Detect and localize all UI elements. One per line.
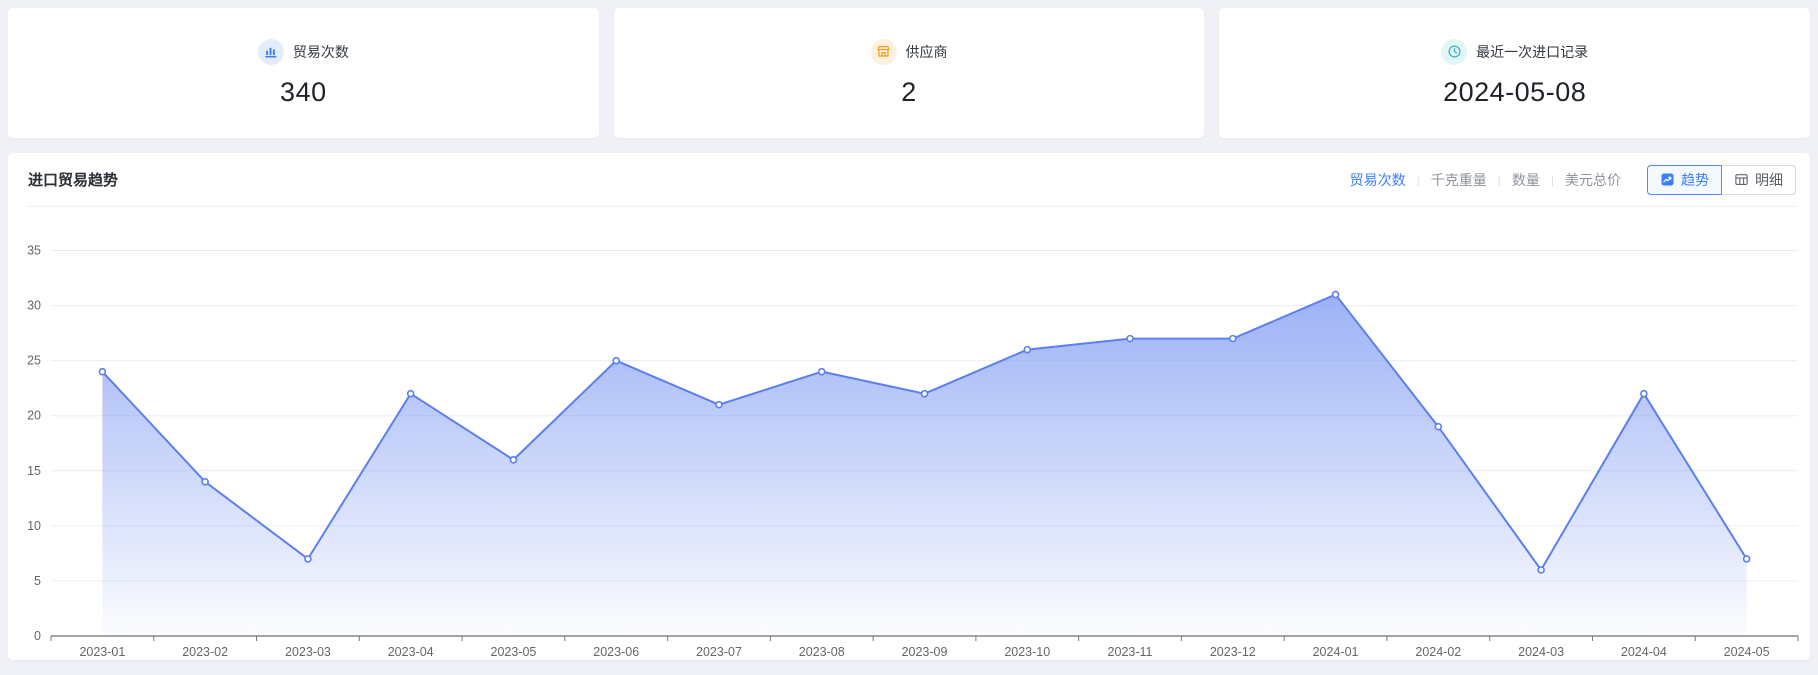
- x-axis-label: 2023-02: [182, 645, 228, 659]
- data-point[interactable]: [1435, 424, 1441, 430]
- x-axis-label: 2023-03: [285, 645, 331, 659]
- x-axis-label: 2024-05: [1724, 645, 1770, 659]
- data-point[interactable]: [716, 402, 722, 408]
- store-icon: [871, 39, 897, 65]
- trend-icon: [1660, 172, 1675, 187]
- data-point[interactable]: [1230, 336, 1236, 342]
- data-point[interactable]: [1538, 567, 1544, 573]
- clock-icon: [1441, 39, 1467, 65]
- data-point[interactable]: [922, 391, 928, 397]
- tab-separator: |: [1417, 173, 1420, 187]
- x-axis-label: 2023-08: [799, 645, 845, 659]
- stat-label: 贸易次数: [293, 42, 349, 62]
- stat-value: 2: [901, 77, 917, 108]
- stat-value: 340: [280, 77, 327, 108]
- view-switch-group: 趋势 明细: [1647, 165, 1796, 195]
- trend-chart-svg: 0 5 10 15 20 25 30 35 2023-01 2023-02 2023-03 2023-…: [8, 207, 1810, 660]
- y-axis-label: 25: [27, 354, 41, 368]
- data-point[interactable]: [613, 358, 619, 364]
- y-axis-label: 10: [27, 519, 41, 533]
- data-point[interactable]: [1744, 556, 1750, 562]
- stat-card-trade-count: 贸易次数 340: [8, 8, 599, 138]
- trend-chart[interactable]: 0 5 10 15 20 25 30 35 2023-01 2023-02 2023-03 2023-…: [8, 207, 1810, 660]
- panel-title: 进口贸易趋势: [28, 169, 118, 190]
- bar-chart-icon: [258, 39, 284, 65]
- data-point[interactable]: [1333, 292, 1339, 298]
- trend-view-button[interactable]: 趋势: [1647, 165, 1722, 195]
- stat-label: 最近一次进口记录: [1476, 42, 1588, 62]
- data-point[interactable]: [408, 391, 414, 397]
- stat-value: 2024-05-08: [1443, 77, 1586, 108]
- import-trend-panel: 进口贸易趋势 贸易次数 | 千克重量 | 数量 | 美元总价: [8, 153, 1810, 660]
- trend-area: [102, 295, 1746, 636]
- detail-view-button[interactable]: 明细: [1722, 165, 1796, 195]
- x-axis-label: 2023-09: [902, 645, 948, 659]
- x-axis-label: 2023-06: [593, 645, 639, 659]
- tab-trade-count[interactable]: 贸易次数: [1350, 170, 1406, 190]
- data-point[interactable]: [1127, 336, 1133, 342]
- stat-card-last-import: 最近一次进口记录 2024-05-08: [1219, 8, 1810, 138]
- stats-row: 贸易次数 340 供应商 2 最近一次进口记录: [0, 0, 1818, 138]
- data-point[interactable]: [305, 556, 311, 562]
- x-axis-label: 2023-11: [1108, 645, 1153, 659]
- y-axis-label: 15: [27, 464, 41, 478]
- tab-usd-total[interactable]: 美元总价: [1565, 170, 1621, 190]
- data-point[interactable]: [1024, 347, 1030, 353]
- view-button-label: 明细: [1755, 170, 1783, 190]
- y-axis-label: 5: [34, 574, 41, 588]
- stat-card-suppliers: 供应商 2: [614, 8, 1205, 138]
- y-axis-label: 20: [27, 409, 41, 423]
- data-point[interactable]: [1641, 391, 1647, 397]
- x-axis-label: 2024-01: [1313, 645, 1359, 659]
- x-axis-label: 2023-07: [696, 645, 742, 659]
- tab-separator: |: [1498, 173, 1501, 187]
- x-axis-label: 2023-12: [1210, 645, 1256, 659]
- x-axis-label: 2024-03: [1518, 645, 1564, 659]
- x-axis-label: 2024-04: [1621, 645, 1667, 659]
- data-point[interactable]: [510, 457, 516, 463]
- trend-panel-header: 进口贸易趋势 贸易次数 | 千克重量 | 数量 | 美元总价: [28, 153, 1796, 207]
- tab-quantity[interactable]: 数量: [1512, 170, 1540, 190]
- data-point[interactable]: [99, 369, 105, 375]
- view-button-label: 趋势: [1681, 170, 1709, 190]
- table-icon: [1734, 172, 1749, 187]
- metric-tabs: 贸易次数 | 千克重量 | 数量 | 美元总价: [1350, 170, 1621, 190]
- stat-label: 供应商: [906, 42, 948, 62]
- y-axis-label: 0: [34, 629, 41, 643]
- tab-separator: |: [1551, 173, 1554, 187]
- x-axis-label: 2023-10: [1004, 645, 1050, 659]
- x-axis-label: 2023-04: [388, 645, 434, 659]
- y-axis-label: 35: [27, 244, 41, 258]
- data-point[interactable]: [819, 369, 825, 375]
- tab-kg-weight[interactable]: 千克重量: [1431, 170, 1487, 190]
- y-axis-label: 30: [27, 299, 41, 313]
- x-axis-label: 2023-01: [79, 645, 125, 659]
- data-point[interactable]: [202, 479, 208, 485]
- x-axis-label: 2023-05: [491, 645, 537, 659]
- x-axis-label: 2024-02: [1415, 645, 1461, 659]
